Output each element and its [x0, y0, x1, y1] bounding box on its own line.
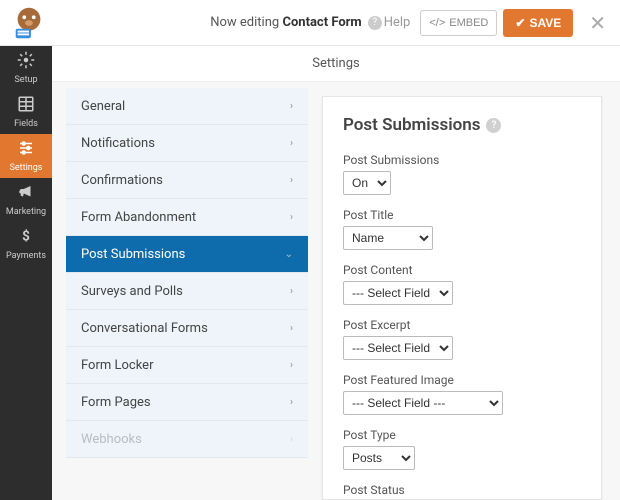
chevron-right-icon: › — [290, 286, 293, 297]
payments-icon: $ — [17, 227, 35, 249]
menu-label: Notifications — [81, 136, 155, 151]
nav-item-settings[interactable]: Settings — [0, 134, 52, 178]
panel-title: Post Submissions ? — [343, 115, 581, 135]
menu-label: Conversational Forms — [81, 321, 208, 336]
field-label: Post Content — [343, 263, 581, 277]
nav-label: Marketing — [6, 207, 46, 217]
field-post-status: Post Status — [343, 483, 581, 497]
check-icon: ✔ — [515, 16, 525, 30]
field-post-content: Post Content --- Select Field --- — [343, 263, 581, 305]
menu-item-notifications[interactable]: Notifications › — [66, 125, 308, 162]
menu-label: Form Abandonment — [81, 210, 196, 225]
chevron-right-icon: › — [290, 397, 293, 408]
app-logo — [10, 4, 48, 42]
nav-label: Setup — [14, 75, 37, 85]
menu-item-surveys-and-polls[interactable]: Surveys and Polls › — [66, 273, 308, 310]
chevron-right-icon: › — [290, 360, 293, 371]
chevron-right-icon: › — [290, 101, 293, 112]
field-post-type: Post Type Posts — [343, 428, 581, 470]
field-label: Post Excerpt — [343, 318, 581, 332]
code-icon: </> — [429, 17, 445, 29]
panel-header: Settings — [52, 46, 620, 82]
field-label: Post Featured Image — [343, 373, 581, 387]
menu-item-webhooks: Webhooks › — [66, 421, 308, 458]
chevron-down-icon: ⌄ — [285, 249, 293, 260]
setup-icon — [17, 51, 35, 73]
field-label: Post Title — [343, 208, 581, 222]
now-editing-label: Now editing Contact Form — [210, 15, 361, 30]
nav-item-fields[interactable]: Fields — [0, 90, 52, 134]
settings-icon — [17, 139, 35, 161]
chevron-right-icon: › — [290, 323, 293, 334]
menu-item-confirmations[interactable]: Confirmations › — [66, 162, 308, 199]
field-select[interactable]: --- Select Field --- — [343, 391, 503, 415]
field-select[interactable]: On — [343, 171, 391, 195]
help-link[interactable]: Help — [384, 15, 411, 30]
nav-item-marketing[interactable]: Marketing — [0, 178, 52, 222]
menu-label: Surveys and Polls — [81, 284, 183, 299]
menu-item-post-submissions[interactable]: Post Submissions ⌄ — [66, 236, 308, 273]
topbar: Now editing Contact Form ? Help </> EMBE… — [0, 0, 620, 46]
menu-label: Webhooks — [81, 432, 142, 447]
menu-item-form-abandonment[interactable]: Form Abandonment › — [66, 199, 308, 236]
nav-item-setup[interactable]: Setup — [0, 46, 52, 90]
marketing-icon — [17, 183, 35, 205]
chevron-right-icon: › — [290, 175, 293, 186]
fields-icon — [17, 95, 35, 117]
chevron-right-icon: › — [290, 434, 293, 445]
field-post-excerpt: Post Excerpt --- Select Field --- — [343, 318, 581, 360]
menu-item-form-pages[interactable]: Form Pages › — [66, 384, 308, 421]
field-select[interactable]: --- Select Field --- — [343, 281, 453, 305]
field-select[interactable]: Posts — [343, 446, 415, 470]
menu-label: Form Pages — [81, 395, 151, 410]
settings-menu: General›Notifications›Confirmations›Form… — [52, 82, 308, 500]
menu-label: Post Submissions — [81, 247, 185, 262]
field-post-featured-image: Post Featured Image --- Select Field --- — [343, 373, 581, 415]
svg-text:$: $ — [22, 229, 30, 245]
field-post-title: Post Title Name — [343, 208, 581, 250]
menu-item-form-locker[interactable]: Form Locker › — [66, 347, 308, 384]
close-icon[interactable]: ✕ — [585, 7, 610, 39]
field-select[interactable]: Name — [343, 226, 433, 250]
field-label: Post Type — [343, 428, 581, 442]
menu-item-conversational-forms[interactable]: Conversational Forms › — [66, 310, 308, 347]
help-icon: ? — [368, 16, 382, 30]
settings-panel: Post Submissions ? Post SubmissionsOnPos… — [322, 96, 602, 500]
menu-item-general[interactable]: General › — [66, 88, 308, 125]
left-nav: Setup Fields Settings Marketing $ Payments — [0, 46, 52, 500]
menu-label: Form Locker — [81, 358, 153, 373]
chevron-right-icon: › — [290, 212, 293, 223]
nav-item-payments[interactable]: $ Payments — [0, 222, 52, 266]
nav-label: Fields — [14, 119, 38, 129]
field-label: Post Status — [343, 483, 581, 497]
field-select[interactable]: --- Select Field --- — [343, 336, 453, 360]
save-button[interactable]: ✔ SAVE — [503, 9, 573, 37]
field-post-submissions: Post Submissions On — [343, 153, 581, 195]
nav-label: Payments — [6, 251, 46, 261]
menu-label: Confirmations — [81, 173, 163, 188]
field-label: Post Submissions — [343, 153, 581, 167]
menu-label: General — [81, 99, 125, 114]
chevron-right-icon: › — [290, 138, 293, 149]
help-icon: ? — [486, 118, 501, 133]
embed-button[interactable]: </> EMBED — [420, 10, 497, 36]
nav-label: Settings — [10, 163, 43, 173]
